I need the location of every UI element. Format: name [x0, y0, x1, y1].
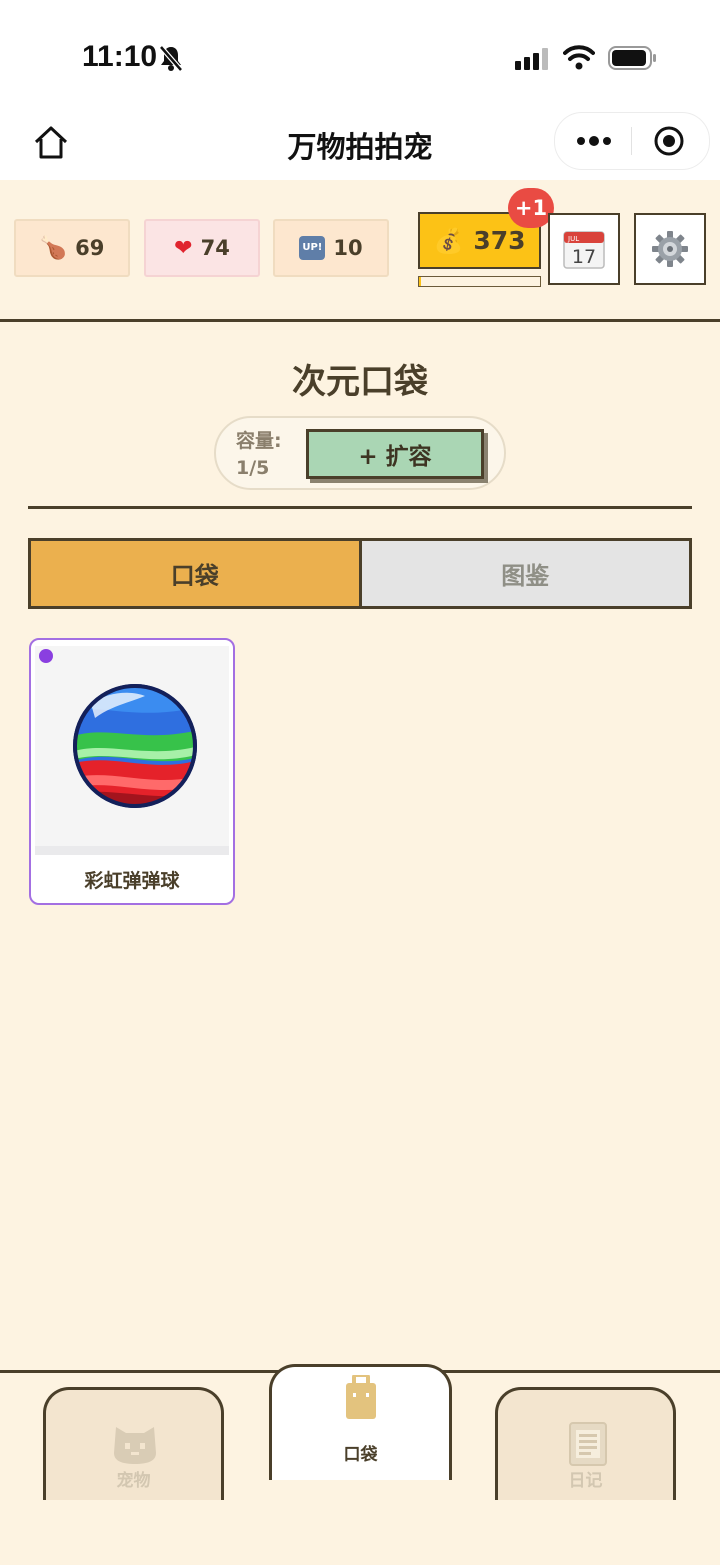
gear-icon: [652, 231, 688, 267]
expand-capacity-button[interactable]: + 扩容: [306, 429, 484, 479]
food-value: 69: [75, 236, 105, 260]
section-title: 次元口袋: [292, 362, 428, 402]
calendar-button[interactable]: JUL 17: [548, 213, 620, 285]
heart-stat: ❤ 74: [144, 219, 260, 277]
section-divider: [28, 506, 692, 509]
heart-value: 74: [200, 236, 230, 260]
bottom-tab-diary-label: 日记: [568, 1471, 603, 1491]
up-icon: UP!: [299, 236, 326, 260]
battery-icon: [608, 46, 656, 70]
close-miniprogram-icon[interactable]: [653, 125, 685, 157]
coin-value: 373: [473, 226, 526, 255]
coin-progress-bar: [418, 276, 541, 287]
item-name: 彩虹弹弹球: [84, 870, 180, 892]
bottom-tab-pet-label: 宠物: [116, 1471, 151, 1491]
heart-icon: ❤: [174, 235, 193, 261]
bottom-tab-pocket[interactable]: 口袋: [269, 1364, 452, 1480]
settings-button[interactable]: [634, 213, 706, 285]
food-stat: 🍗 69: [14, 219, 130, 277]
tab-pocket[interactable]: 口袋: [31, 541, 362, 606]
coin-progress-fill: [419, 277, 422, 286]
capacity-label: 容量:: [236, 430, 282, 452]
calendar-icon: JUL 17: [563, 231, 605, 269]
diary-icon: [569, 1422, 607, 1466]
drumstick-icon: 🍗: [39, 235, 68, 261]
signal-icon: [515, 48, 548, 70]
more-icon[interactable]: [575, 131, 613, 151]
rarity-dot: [39, 649, 53, 663]
calendar-day: 17: [572, 246, 596, 268]
item-card[interactable]: 彩虹弹弹球: [29, 638, 235, 905]
bottom-tab-diary[interactable]: 日记: [495, 1387, 676, 1507]
miniprogram-capsule: [554, 112, 710, 170]
bell-muted-icon: [159, 45, 183, 72]
level-up-stat: UP! 10: [273, 219, 389, 277]
bottom-tab-pocket-label: 口袋: [343, 1445, 378, 1465]
header-divider: [0, 319, 720, 322]
pet-icon: [114, 1427, 156, 1464]
bottom-safe-area: [0, 1500, 720, 1565]
status-time: 11:10: [82, 40, 158, 73]
calendar-month: JUL: [567, 235, 579, 243]
capsule-divider: [631, 127, 632, 155]
bottom-tab-pet[interactable]: 宠物: [43, 1387, 224, 1507]
capacity-value: 1/5: [236, 457, 270, 479]
bag-icon: [346, 1375, 376, 1419]
wifi-icon: [563, 45, 595, 70]
up-value: 10: [333, 236, 363, 260]
pocket-tabs: 口袋 图鉴: [28, 538, 692, 609]
item-card-strip: [35, 846, 229, 855]
tab-collection[interactable]: 图鉴: [361, 541, 689, 606]
money-bag-icon: 💰: [433, 226, 464, 255]
item-image-area: [35, 646, 229, 846]
rainbow-marble-image: [73, 684, 197, 808]
capacity-info: 容量: 1/5: [236, 428, 282, 482]
